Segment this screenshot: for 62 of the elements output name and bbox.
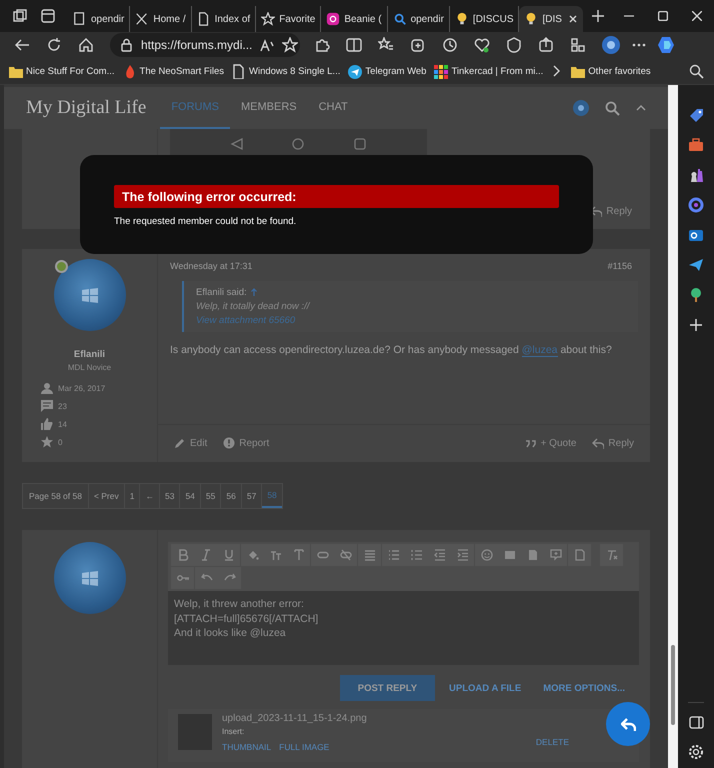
insert-label: Insert: (222, 727, 246, 736)
page-link[interactable]: 56 (221, 484, 242, 508)
stat-value: Mar 26, 2017 (58, 384, 106, 392)
page-link[interactable]: 1 (124, 484, 140, 508)
bookmark-label: The NeoSmart Files (140, 66, 224, 76)
reply-link[interactable]: Reply (590, 205, 632, 217)
reply-link[interactable]: Reply (592, 437, 634, 449)
tab-title: [DISCUS (472, 14, 514, 24)
error-title: The following error occurred: (114, 185, 559, 208)
quote-author: Eflanili said: (196, 287, 247, 298)
username-link[interactable]: Eflanili (74, 349, 106, 360)
page-link[interactable]: 53 (160, 484, 180, 508)
bookmark[interactable]: Other favorites (570, 64, 651, 78)
form-link-button[interactable]: MORE OPTIONS... (535, 675, 633, 701)
stat-value: 14 (58, 420, 67, 428)
stat-value: 0 (58, 438, 62, 446)
report-link[interactable]: Report (223, 437, 270, 449)
site-logo[interactable]: My Digital Life (26, 97, 146, 119)
bookmark[interactable]: Nice Stuff For Com... (8, 64, 115, 78)
quote-text: Welp, it totally dead now :// (196, 301, 312, 312)
form-link-button[interactable]: UPLOAD A FILE (441, 675, 530, 701)
page-link[interactable]: < Prev (88, 484, 125, 508)
nav-tab[interactable]: CHAT (308, 87, 359, 129)
tab-title: Beanie ( (344, 14, 382, 24)
delete-link[interactable]: DELETE (536, 737, 569, 747)
tab-title: Index of (214, 14, 250, 24)
bookmark-label: Windows 8 Single L... (249, 66, 340, 76)
bookmark[interactable]: The NeoSmart Files (122, 64, 224, 78)
tab-title: Favorite (279, 14, 316, 24)
bookmark[interactable]: Windows 8 Single L... (231, 64, 340, 78)
tab-title: opendir (91, 14, 124, 24)
bookmark-label: Other favorites (588, 66, 651, 76)
file-name: upload_2023-11-11_15-1-24.png (222, 713, 367, 724)
tab-title: [DIS (542, 14, 562, 24)
post-reply-button[interactable]: POST REPLY (340, 675, 436, 701)
error-message: The requested member could not be found. (114, 216, 298, 227)
edit-link[interactable]: Edit (174, 437, 208, 449)
page-link[interactable]: 54 (180, 484, 201, 508)
post-text: Is anybody can access opendirectory.luzea.de? Or has anybody messaged @luzea about this? (170, 344, 613, 356)
bookmark[interactable]: Tinkercad | From mi... (433, 64, 544, 78)
bookmark-label: Nice Stuff For Com... (26, 66, 115, 76)
stat-value: 23 (58, 402, 67, 410)
tab-title: opendir (410, 14, 444, 24)
address-bar[interactable]: https://forums.mydi... (110, 33, 300, 57)
bookmark[interactable]: Telegram Web (347, 64, 426, 78)
page-link[interactable]: ← (140, 484, 160, 508)
bookmark-label: Telegram Web (365, 66, 426, 76)
insert-link[interactable]: FULL IMAGE (279, 742, 330, 752)
nav-tab[interactable]: MEMBERS (230, 87, 308, 129)
message-field[interactable]: Welp, it threw another error: [ATTACH=full]65676[/ATTACH] And it looks like @luzea (168, 591, 639, 665)
browser-tab[interactable]: [DIS (519, 6, 583, 32)
quote-link[interactable]: + Quote (524, 437, 576, 449)
url-text: https://forums.mydi... (141, 38, 252, 52)
user-title: MDL Novice (68, 363, 112, 372)
post-number[interactable]: #1156 (608, 261, 632, 271)
insert-link[interactable]: THUMBNAIL (222, 742, 272, 752)
page-indicator: Page 58 of 58 (23, 484, 89, 508)
bookmark-label: Tinkercad | From mi... (451, 66, 544, 76)
page-link[interactable]: 57 (242, 484, 262, 508)
page-link[interactable]: 55 (200, 484, 222, 508)
tab-title: Home / (153, 14, 186, 24)
post-date[interactable]: Wednesday at 17:31 (170, 261, 252, 271)
